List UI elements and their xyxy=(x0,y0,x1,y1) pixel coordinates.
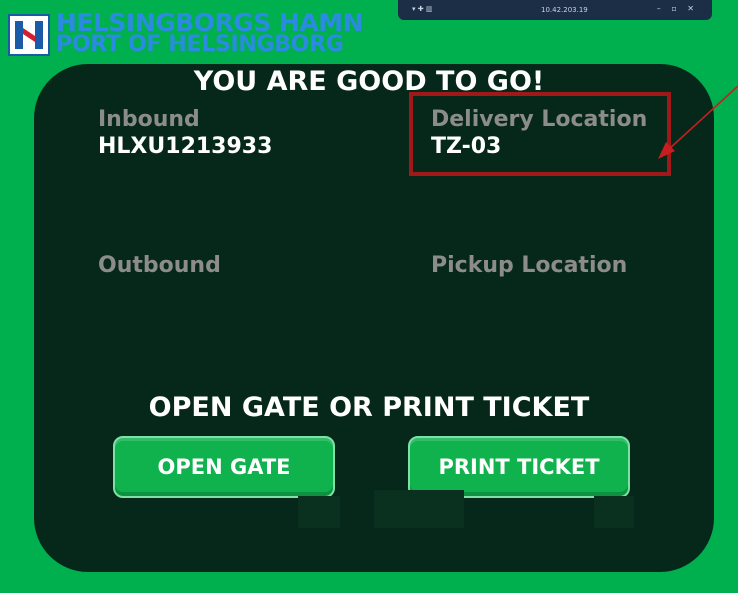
port-logo-icon xyxy=(8,14,50,56)
annotation-highlight-box xyxy=(409,92,671,176)
pickup-location-label: Pickup Location xyxy=(431,253,628,278)
print-ticket-button[interactable]: PRINT TICKET xyxy=(408,436,630,498)
remote-bar-pin-icon[interactable]: ▾ ✚ ▥ xyxy=(412,5,432,13)
faint-placeholder-block xyxy=(298,496,340,528)
remote-session-bar[interactable]: ▾ ✚ ▥ 10.42.203.19 – ▫ ✕ xyxy=(398,0,712,20)
kiosk-screen: HELSINGBORGS HAMN PORT OF HELSINGBORG ▾ … xyxy=(0,0,738,593)
action-prompt: OPEN GATE OR PRINT TICKET xyxy=(148,392,590,423)
inbound-label: Inbound xyxy=(98,107,200,132)
remote-window-controls[interactable]: – ▫ ✕ xyxy=(657,4,698,13)
open-gate-button[interactable]: OPEN GATE xyxy=(113,436,335,498)
logo-subtitle: PORT OF HELSINGBORG xyxy=(56,32,344,57)
inbound-value: HLXU1213933 xyxy=(98,134,273,159)
outbound-label: Outbound xyxy=(98,253,221,278)
faint-placeholder-block xyxy=(594,496,634,528)
faint-placeholder-block xyxy=(374,490,464,528)
remote-host-address: 10.42.203.19 xyxy=(541,6,588,14)
